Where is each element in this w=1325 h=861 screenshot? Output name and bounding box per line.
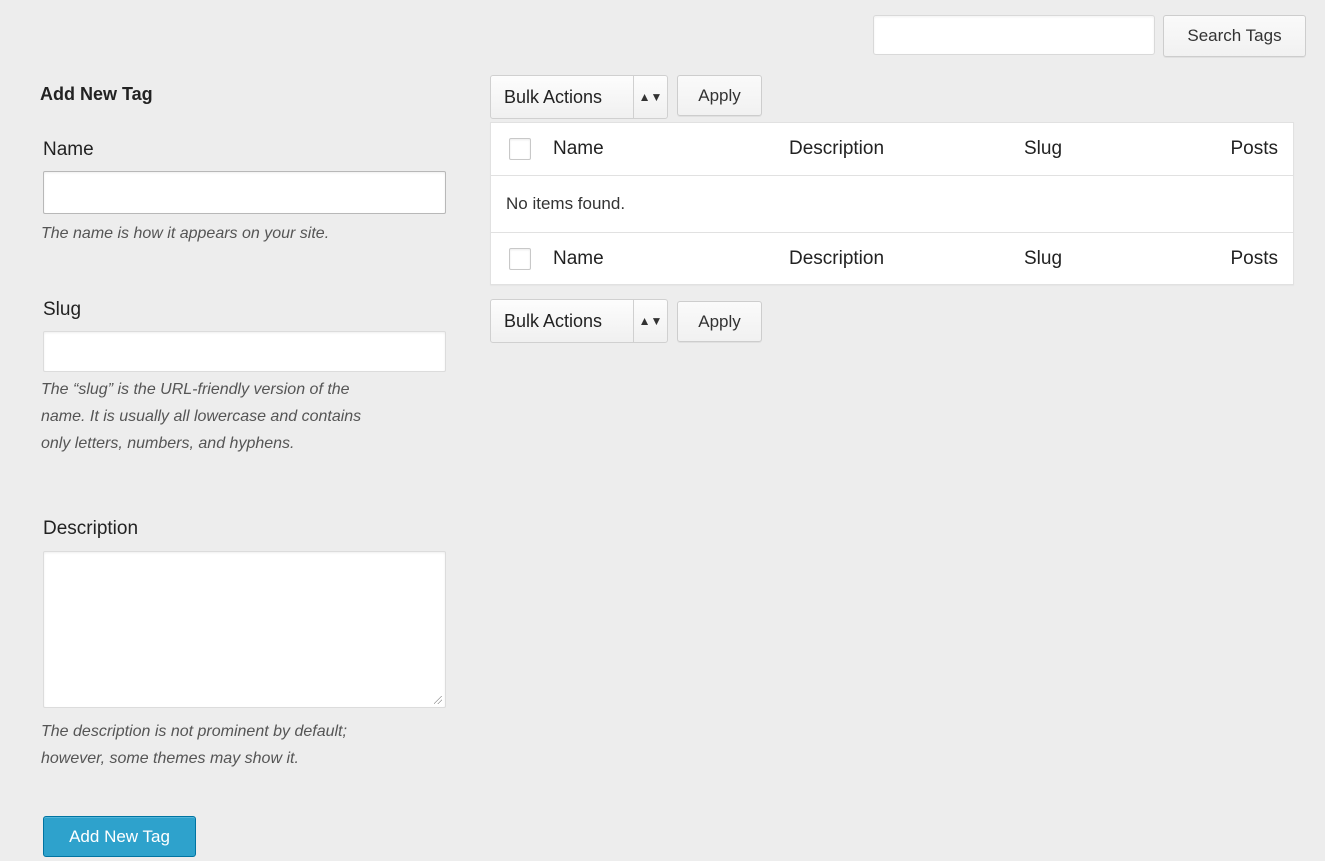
no-items-message: No items found. [506,194,626,213]
bulk-actions-select-bottom[interactable]: Bulk Actions ▲▼ [490,299,668,343]
select-all-checkbox-footer[interactable] [509,248,531,270]
column-footer-posts[interactable]: Posts [1230,248,1278,270]
select-arrows-icon: ▲▼ [633,76,667,118]
column-footer-name[interactable]: Name [553,248,604,270]
slug-help-line: only letters, numbers, and hyphens. [41,435,295,452]
name-label: Name [43,139,94,160]
slug-help-line: name. It is usually all lowercase and co… [41,408,362,425]
tags-table: Name Description Slug Posts No items fou… [490,122,1294,285]
slug-help-text: The “slug” is the URL-friendly version o… [41,376,451,457]
table-footer-row: Name Description Slug Posts [491,232,1293,285]
column-header-slug[interactable]: Slug [1024,138,1062,160]
tag-name-input[interactable] [43,171,446,214]
column-footer-slug[interactable]: Slug [1024,248,1062,270]
select-all-checkbox[interactable] [509,138,531,160]
name-help-text: The name is how it appears on your site. [41,225,330,242]
slug-label: Slug [43,299,82,320]
table-empty-row: No items found. [491,176,1293,232]
column-header-description[interactable]: Description [789,138,884,160]
tag-description-textarea[interactable] [43,551,446,708]
select-arrows-icon: ▲▼ [633,300,667,342]
description-help-line: however, some themes may show it. [41,750,299,767]
table-header-row: Name Description Slug Posts [491,123,1293,176]
description-help-text: The description is not prominent by defa… [41,718,451,772]
bulk-actions-selected: Bulk Actions [504,86,603,107]
form-title: Add New Tag [40,84,153,104]
slug-help-line: The “slug” is the URL-friendly version o… [41,381,350,398]
bulk-actions-selected: Bulk Actions [504,310,603,331]
resize-grip-icon[interactable] [434,696,442,704]
apply-button-top[interactable]: Apply [677,75,762,116]
tag-slug-input[interactable] [43,331,446,372]
column-header-name[interactable]: Name [553,138,604,160]
column-footer-description[interactable]: Description [789,248,884,270]
description-help-line: The description is not prominent by defa… [41,723,347,740]
apply-button-bottom[interactable]: Apply [677,301,762,342]
add-new-tag-button[interactable]: Add New Tag [43,816,196,857]
description-label: Description [43,518,139,539]
search-tags-input[interactable] [873,15,1155,55]
bulk-actions-select-top[interactable]: Bulk Actions ▲▼ [490,75,668,119]
search-tags-button[interactable]: Search Tags [1163,15,1306,57]
column-header-posts[interactable]: Posts [1230,138,1278,160]
